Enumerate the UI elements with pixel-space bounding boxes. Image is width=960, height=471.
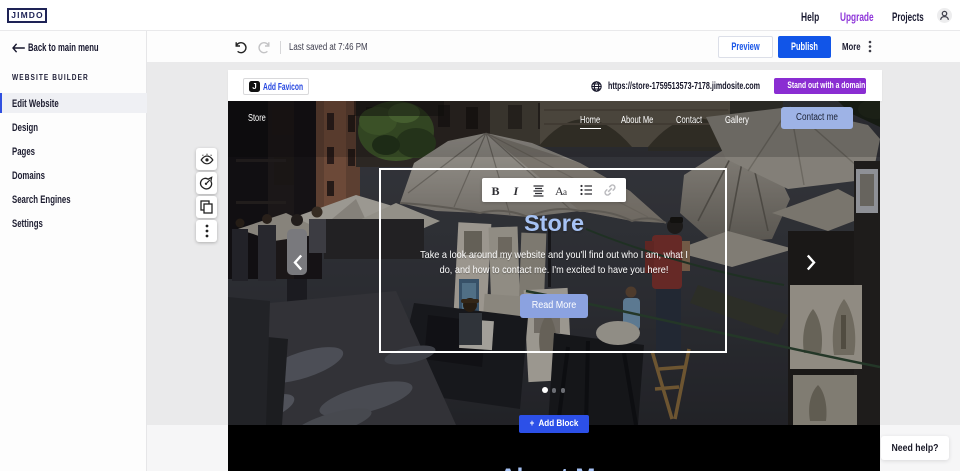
svg-text:B: B (492, 184, 500, 197)
svg-text:a: a (563, 187, 567, 197)
svg-text:I: I (513, 184, 520, 197)
